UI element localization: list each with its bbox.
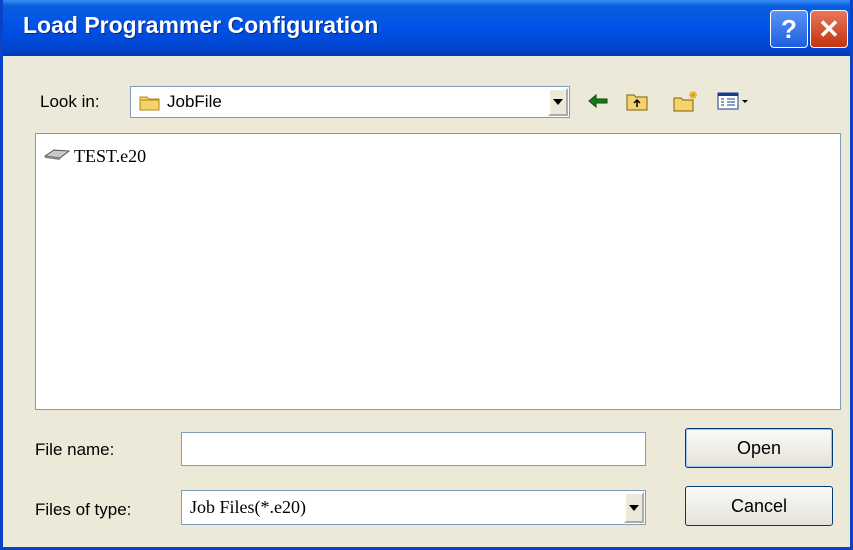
close-icon: ✕ xyxy=(818,13,840,44)
look-in-arrow[interactable] xyxy=(548,88,568,116)
back-button[interactable] xyxy=(585,88,611,114)
chevron-down-icon xyxy=(629,504,639,511)
cancel-button[interactable]: Cancel xyxy=(685,486,833,526)
back-icon xyxy=(588,94,608,108)
open-label: Open xyxy=(736,437,782,458)
new-folder-icon xyxy=(673,91,697,112)
file-type-dropdown[interactable]: Job Files(*.e20) xyxy=(181,490,646,525)
folder-icon xyxy=(139,93,161,116)
file-type-label: Files of type: xyxy=(35,500,132,519)
title-bar[interactable]: Load Programmer Configuration ? ✕ xyxy=(3,0,850,56)
help-button[interactable]: ? xyxy=(770,10,808,48)
chevron-down-icon xyxy=(553,99,563,105)
job-file-icon xyxy=(43,146,71,167)
look-in-label: Look in: xyxy=(40,92,100,111)
window-title: Load Programmer Configuration xyxy=(23,12,379,38)
cancel-label: Cancel xyxy=(730,495,788,516)
close-button[interactable]: ✕ xyxy=(810,10,848,48)
file-name-text: TEST.e20 xyxy=(74,146,147,166)
file-type-value: Job Files(*.e20) xyxy=(190,497,306,517)
file-type-arrow[interactable] xyxy=(624,492,644,523)
look-in-dropdown[interactable]: JobFile xyxy=(130,86,570,118)
list-item[interactable]: TEST.e20 xyxy=(43,146,147,167)
dialog-window: Load Programmer Configuration ? ✕ Look i… xyxy=(0,0,853,550)
help-icon: ? xyxy=(781,13,797,44)
view-menu-button[interactable] xyxy=(715,88,755,114)
view-menu-icon xyxy=(717,92,748,110)
new-folder-button[interactable] xyxy=(673,88,699,114)
open-button[interactable]: Open xyxy=(685,428,833,468)
file-name-input[interactable] xyxy=(181,432,646,466)
file-list[interactable]: TEST.e20 xyxy=(35,133,841,410)
file-name-label: File name: xyxy=(35,440,115,459)
look-in-value: JobFile xyxy=(167,92,222,111)
up-folder-button[interactable] xyxy=(624,88,650,114)
up-folder-icon xyxy=(626,94,648,111)
